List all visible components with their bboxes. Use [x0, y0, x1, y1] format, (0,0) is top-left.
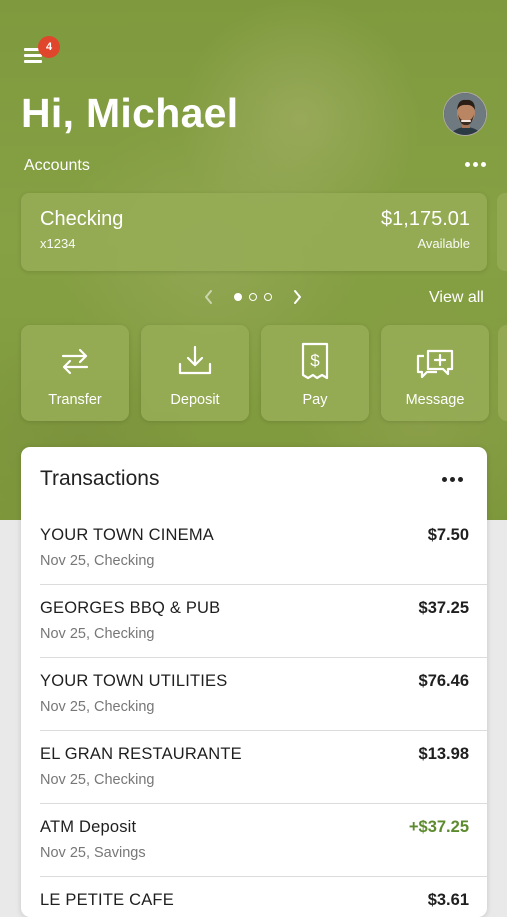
accounts-label: Accounts	[24, 157, 90, 174]
transaction-amount: $76.46	[418, 672, 469, 690]
transaction-row[interactable]: EL GRAN RESTAURANTE Nov 25, Checking $13…	[40, 731, 487, 804]
message-label: Message	[405, 392, 465, 408]
transaction-amount: $13.98	[418, 745, 469, 763]
pay-bill-icon: $	[301, 342, 329, 380]
page-dot[interactable]	[264, 293, 272, 301]
transactions-more-icon[interactable]	[442, 477, 463, 482]
transfer-button[interactable]: Transfer	[21, 325, 129, 421]
transaction-name: ATM Deposit	[40, 818, 137, 836]
transaction-name: LE PETITE CAFE	[40, 891, 174, 909]
transaction-row[interactable]: YOUR TOWN UTILITIES Nov 25, Checking $76…	[40, 658, 487, 731]
transfer-label: Transfer	[48, 392, 102, 408]
transaction-name: YOUR TOWN UTILITIES	[40, 672, 228, 690]
transfer-arrows-icon	[61, 348, 89, 375]
user-photo-icon	[444, 93, 486, 135]
transactions-card: Transactions YOUR TOWN CINEMA Nov 25, Ch…	[21, 447, 487, 917]
svg-text:$: $	[310, 351, 320, 370]
account-balance-label: Available	[417, 236, 470, 251]
greeting-title: Hi, Michael	[21, 90, 239, 136]
transaction-name: EL GRAN RESTAURANTE	[40, 745, 242, 763]
chevron-left-icon[interactable]	[200, 287, 218, 307]
transaction-detail: Nov 25, Checking	[40, 553, 155, 569]
transaction-row[interactable]: YOUR TOWN CINEMA Nov 25, Checking $7.50	[40, 512, 487, 585]
transaction-detail: Nov 25, Checking	[40, 699, 155, 715]
next-action-peek[interactable]	[498, 325, 507, 421]
transaction-amount: $7.50	[427, 526, 469, 544]
deposit-label: Deposit	[170, 392, 220, 408]
page-dot-active[interactable]	[234, 293, 242, 301]
page-dot[interactable]	[249, 293, 257, 301]
transaction-name: GEORGES BBQ & PUB	[40, 599, 221, 617]
account-card-checking[interactable]: Checking x1234 $1,175.01 Available	[21, 193, 487, 271]
transaction-detail: Nov 25, Checking	[40, 626, 155, 642]
account-balance: $1,175.01	[381, 208, 470, 230]
pay-label: Pay	[302, 392, 328, 408]
notification-badge: 4	[38, 36, 60, 58]
account-number: x1234	[40, 236, 76, 251]
transaction-amount: +$37.25	[408, 818, 469, 836]
view-all-link[interactable]: View all	[429, 289, 484, 307]
transaction-detail: Nov 25, Savings	[40, 845, 146, 861]
deposit-button[interactable]: Deposit	[141, 325, 249, 421]
pay-button[interactable]: $ Pay	[261, 325, 369, 421]
next-account-card-peek[interactable]	[497, 193, 507, 271]
chevron-right-icon[interactable]	[288, 287, 306, 307]
transactions-title: Transactions	[40, 467, 160, 490]
transaction-row[interactable]: ATM Deposit Nov 25, Savings +$37.25	[40, 804, 487, 877]
transaction-amount: $3.61	[427, 891, 469, 909]
account-carousel-pager	[200, 287, 310, 307]
transaction-row[interactable]: LE PETITE CAFE $3.61	[40, 877, 487, 917]
transaction-detail: Nov 25, Checking	[40, 772, 155, 788]
message-button[interactable]: Message	[381, 325, 489, 421]
transaction-amount: $37.25	[418, 599, 469, 617]
account-name: Checking	[40, 208, 124, 230]
deposit-download-icon	[178, 345, 212, 375]
message-plus-icon	[416, 349, 454, 379]
accounts-more-icon[interactable]	[465, 162, 486, 167]
transaction-row[interactable]: GEORGES BBQ & PUB Nov 25, Checking $37.2…	[40, 585, 487, 658]
transaction-name: YOUR TOWN CINEMA	[40, 526, 215, 544]
profile-avatar[interactable]	[443, 92, 487, 136]
